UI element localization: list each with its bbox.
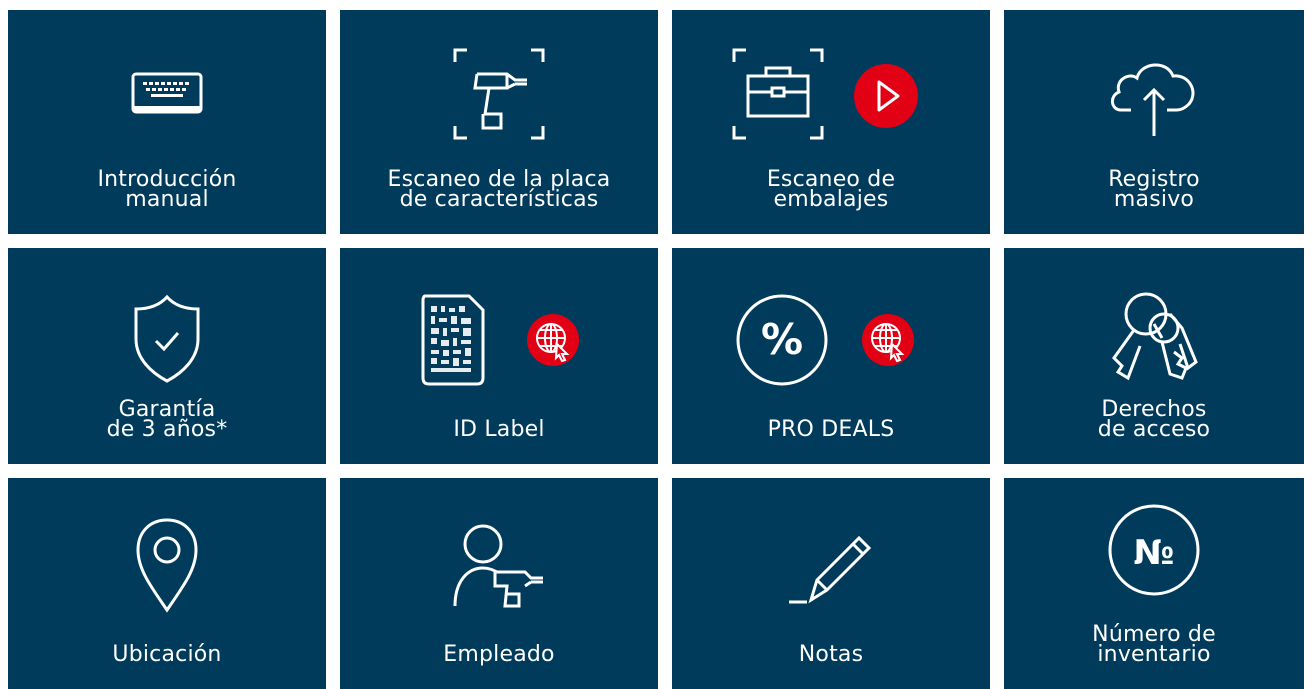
cloud-upload-icon: [1004, 34, 1304, 154]
tile-label: Escaneo de la placa de características: [387, 167, 611, 212]
tile-label: Introducción manual: [97, 167, 237, 212]
tile-location[interactable]: Ubicación: [8, 478, 326, 689]
tile-manual-entry[interactable]: Introducción manual: [8, 10, 326, 234]
tile-nameplate-scan[interactable]: Escaneo de la placa de características: [340, 10, 658, 234]
tile-packaging-scan[interactable]: Escaneo de embalajes: [672, 10, 990, 234]
percent-icon: %: [672, 278, 990, 398]
keys-icon: [1004, 278, 1304, 398]
tile-label: Empleado: [443, 642, 555, 667]
tile-employee[interactable]: Empleado: [340, 478, 658, 689]
tile-label: Escaneo de embalajes: [766, 167, 896, 212]
keyboard-icon: [8, 34, 326, 154]
tile-label: Garantía de 3 años*: [106, 397, 228, 442]
datamatrix-document-icon: [340, 278, 658, 398]
tile-pro-deals[interactable]: % PRO DEALS: [672, 248, 990, 464]
location-pin-icon: [8, 504, 326, 624]
svg-text:№: №: [1134, 533, 1175, 573]
svg-text:%: %: [761, 315, 803, 364]
tile-id-label[interactable]: ID Label: [340, 248, 658, 464]
play-badge: [854, 64, 918, 128]
toolbox-scan-icon: [672, 34, 990, 154]
shield-check-icon: [8, 278, 326, 398]
globe-cursor-badge: [862, 314, 914, 366]
tile-access-rights[interactable]: Derechos de acceso: [1004, 248, 1304, 464]
tile-inventory-number[interactable]: № Número de inventario: [1004, 478, 1304, 689]
tile-label: Número de inventario: [1092, 622, 1216, 667]
tile-notes[interactable]: Notas: [672, 478, 990, 689]
tile-label: Ubicación: [112, 642, 222, 667]
tile-bulk-registration[interactable]: Registro masivo: [1004, 10, 1304, 234]
tile-label: Registro masivo: [1108, 167, 1200, 212]
tile-warranty[interactable]: Garantía de 3 años*: [8, 248, 326, 464]
tile-label: Notas: [798, 642, 864, 667]
tile-label: PRO DEALS: [767, 417, 895, 442]
drill-scan-icon: [340, 34, 658, 154]
pencil-icon: [672, 504, 990, 624]
numero-sign-icon: №: [1004, 494, 1304, 606]
person-drill-icon: [340, 504, 658, 624]
globe-cursor-badge: [527, 314, 579, 366]
tile-label: ID Label: [453, 417, 545, 442]
tile-label: Derechos de acceso: [1097, 397, 1211, 442]
